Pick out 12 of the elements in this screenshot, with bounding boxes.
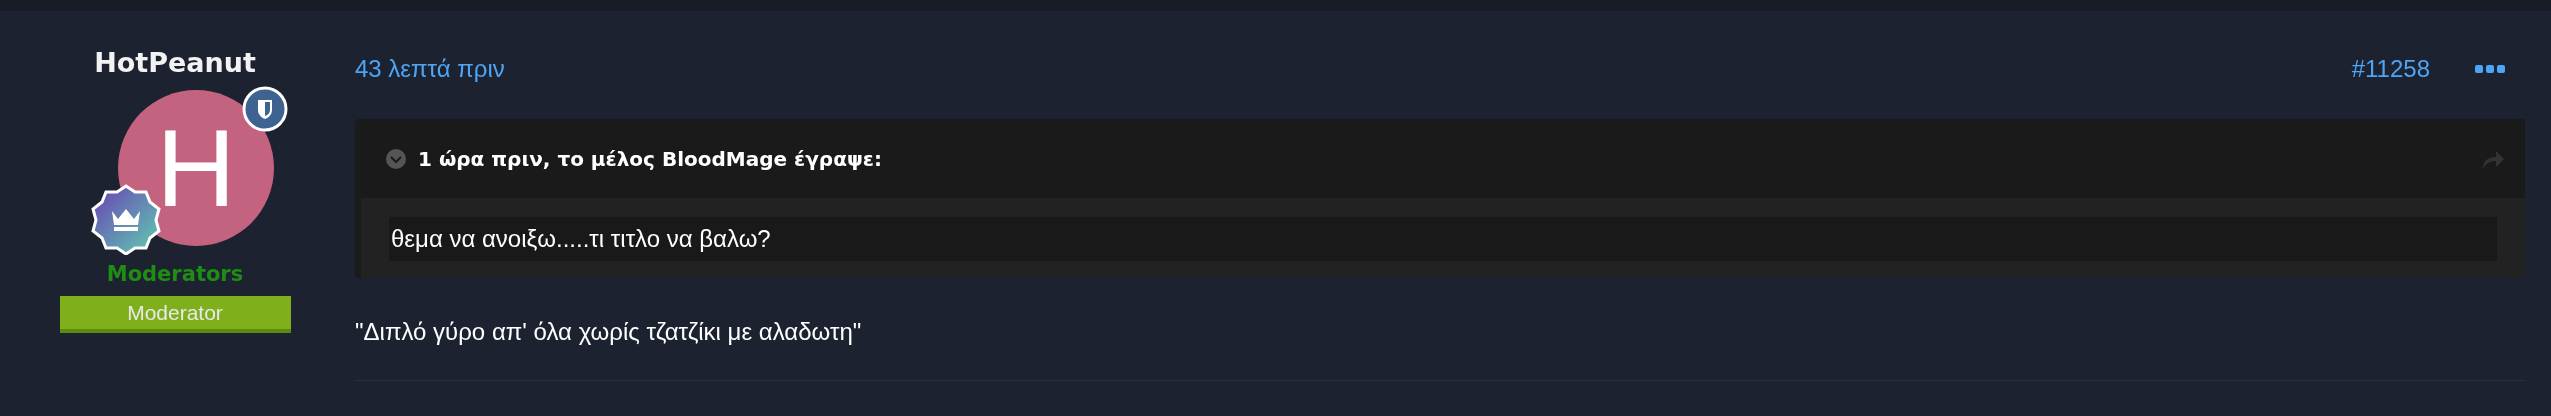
quote-header: 1 ώρα πριν, το μέλος BloodMage έγραψε: [418,146,883,171]
rank-badge: Moderator [59,296,291,333]
user-group: Moderators [106,262,244,286]
author-name[interactable]: HotPeanut [94,47,256,78]
post-time-link[interactable]: 43 λεπτά πριν [355,55,505,83]
quoted-text: θεμα να ανοιξω.....τι τιτλο να βαλω? [389,217,2497,261]
chevron-icon[interactable] [386,148,406,169]
post-number-link[interactable]: #11258 [2351,55,2430,83]
more-options-icon[interactable] [2475,64,2505,74]
post-message: "Διπλό γύρο απ' όλα χωρίς τζατζίκι με αλαδωτη" [355,318,863,346]
crown-badge-icon [90,183,162,255]
shield-icon [242,86,288,132]
